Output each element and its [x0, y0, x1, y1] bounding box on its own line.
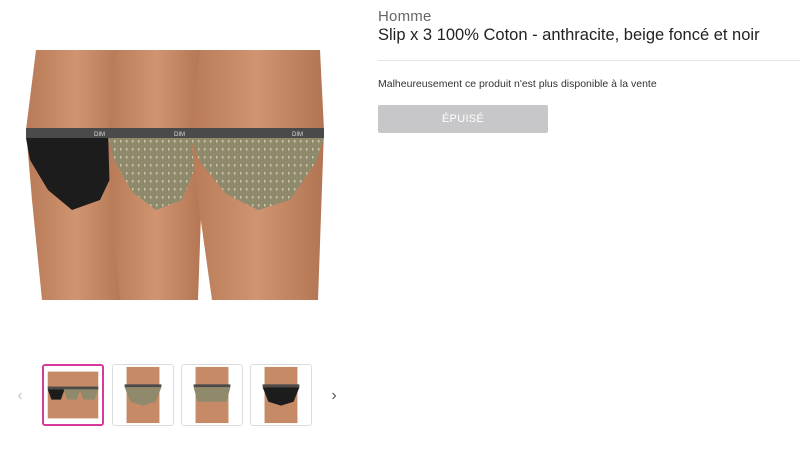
product-title: Slip x 3 100% Coton - anthracite, beige …	[378, 26, 760, 44]
main-product-image[interactable]: DIM DIM DIM	[22, 50, 332, 300]
thumbnail-2[interactable]	[112, 364, 174, 426]
waistband-logo-1: DIM	[94, 132, 105, 138]
thumbnail-4[interactable]	[250, 364, 312, 426]
product-gallery: DIM DIM DIM ‹ ›	[0, 0, 350, 451]
sold-out-button[interactable]: ÉPUISÉ	[378, 105, 548, 133]
divider	[378, 60, 800, 61]
availability-notice: Malheureusement ce produit n'est plus di…	[378, 78, 657, 90]
thumbnail-4-image	[251, 365, 311, 425]
chevron-right-icon[interactable]: ›	[326, 386, 342, 406]
waistband-logo-3: DIM	[292, 132, 303, 138]
thumbnail-1-image	[44, 366, 102, 424]
waistband-logo-2: DIM	[174, 132, 185, 138]
thumbnail-2-image	[113, 365, 173, 425]
thumbnail-3[interactable]	[181, 364, 243, 426]
thumbnail-carousel: ‹ ›	[10, 364, 350, 430]
thumbnail-3-image	[182, 365, 242, 425]
chevron-left-icon[interactable]: ‹	[12, 386, 28, 406]
product-photo: DIM DIM DIM	[26, 50, 324, 300]
thumbnail-1[interactable]	[42, 364, 104, 426]
product-category: Homme	[378, 8, 432, 25]
